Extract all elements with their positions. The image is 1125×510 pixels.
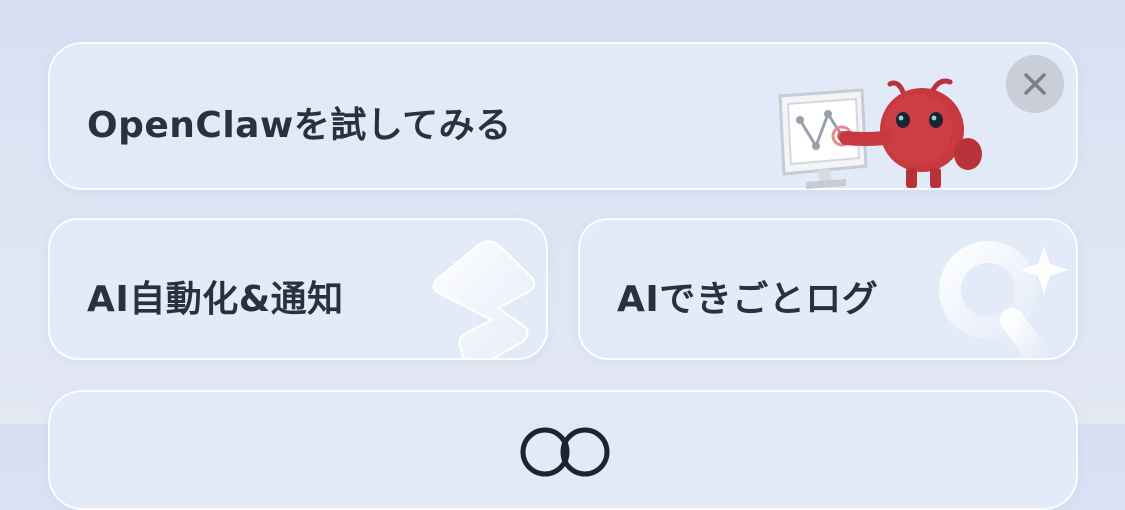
ai-automation-label: AI自動化&通知 bbox=[87, 279, 344, 320]
sparkle-search-icon bbox=[939, 241, 1068, 358]
rings-icon bbox=[520, 427, 610, 477]
ai-log-card[interactable]: AIできごとログ bbox=[578, 218, 1078, 360]
red-mascot bbox=[839, 78, 982, 188]
lightning-bolt-icon bbox=[432, 240, 536, 358]
ai-log-label: AIできごとログ bbox=[617, 279, 879, 320]
ai-automation-card[interactable]: AI自動化&通知 bbox=[48, 218, 548, 360]
close-button[interactable] bbox=[1006, 55, 1064, 113]
bottom-card[interactable] bbox=[48, 390, 1078, 510]
mascot-illustration bbox=[778, 78, 982, 189]
close-icon bbox=[1024, 73, 1046, 95]
banner-label: OpenClawを試してみる bbox=[87, 105, 512, 146]
